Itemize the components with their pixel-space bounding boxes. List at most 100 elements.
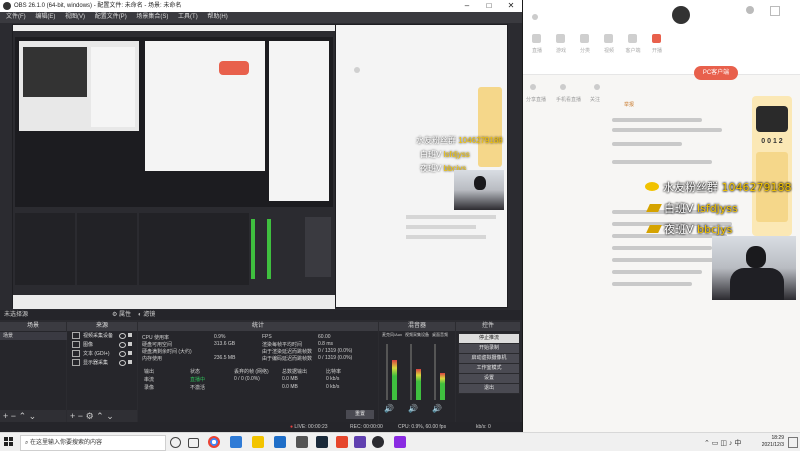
app-icon[interactable] — [296, 436, 308, 448]
filters-button[interactable]: ◐ 滤镜 — [138, 310, 155, 320]
lock-icon[interactable] — [128, 342, 132, 346]
gift-line: 水友粉丝群 1046279188 — [645, 179, 792, 195]
app-icon[interactable] — [336, 436, 348, 448]
eye-icon[interactable] — [119, 342, 126, 348]
scene-item[interactable]: 场景 — [0, 332, 69, 340]
pc-client-button[interactable]: PC客户端 — [694, 66, 738, 80]
rank-score: 0 0 1 2 — [761, 138, 783, 145]
eye-icon[interactable] — [119, 360, 126, 366]
menu-help[interactable]: 帮助(H) — [207, 14, 227, 20]
render-value: 0.8 ms — [318, 341, 334, 347]
eye-icon[interactable] — [119, 351, 126, 357]
speaker-icon[interactable]: 🔊 — [408, 404, 418, 413]
speaker-icon[interactable]: 🔊 — [384, 404, 394, 413]
remove-icon[interactable]: − — [78, 411, 83, 421]
menu-edit[interactable]: 编辑(E) — [35, 14, 55, 20]
menu-profile[interactable]: 配置文件(P) — [95, 14, 127, 20]
menu-scene-collection[interactable]: 场景集合(S) — [136, 14, 168, 20]
desktop-fader[interactable] — [434, 344, 436, 400]
reset-button[interactable]: 重置 — [346, 410, 374, 419]
share-icon[interactable] — [530, 84, 536, 90]
person-body — [730, 268, 784, 300]
taskbar-clock[interactable]: 18:29 2021/12/3 — [762, 435, 784, 449]
client-nav-icon[interactable] — [628, 34, 637, 43]
minimize-icon[interactable]: – — [456, 0, 478, 12]
source-item[interactable]: 图像 — [70, 341, 134, 349]
menu-icon[interactable] — [746, 6, 754, 14]
gift-line: 白班V lsfdjyss — [646, 200, 738, 216]
source-toolbar: 未选择源 ⚙ 属性 ◐ 滤镜 — [0, 310, 522, 320]
obs-taskbar-icon[interactable] — [372, 436, 384, 448]
window-icon[interactable] — [770, 6, 780, 16]
nav-icon[interactable] — [532, 14, 538, 20]
task-view-icon[interactable] — [188, 438, 199, 448]
up-icon[interactable]: ⌃ — [19, 411, 27, 421]
add-icon[interactable]: + — [70, 411, 75, 421]
search-icon: ⌕ — [25, 440, 29, 446]
chat-line — [612, 128, 722, 132]
maximize-icon[interactable]: □ — [478, 0, 500, 12]
properties-button[interactable]: ⚙ 属性 — [112, 310, 131, 320]
gift-line: 夜班V bbcjys — [646, 221, 732, 237]
lock-icon[interactable] — [128, 360, 132, 364]
exit-button[interactable]: 退出 — [458, 383, 520, 394]
video-fader[interactable] — [410, 344, 412, 400]
dropped-header: 丢弃的帧 (网络) — [234, 369, 269, 375]
stream-dropped: 0 / 0 (0.0%) — [234, 376, 260, 382]
cpu-label: CPU 使用率 — [142, 335, 169, 341]
menu-tools[interactable]: 工具(T) — [178, 14, 198, 20]
report-link[interactable]: 举报 — [624, 101, 634, 108]
record-total: 0.0 MB — [282, 384, 298, 390]
source-item[interactable]: 视频采集设备 — [70, 332, 134, 340]
edge-icon[interactable] — [230, 436, 242, 448]
mic-fader[interactable] — [386, 344, 388, 400]
share-label[interactable]: 分享直播 — [526, 96, 546, 103]
stats-dock-header: 统计 — [138, 322, 378, 331]
source-item[interactable]: 文本 (GDI+) — [70, 350, 134, 358]
no-source-label: 未选择源 — [4, 312, 29, 318]
chrome-icon[interactable] — [208, 436, 220, 448]
lock-icon[interactable] — [128, 333, 132, 337]
notification-icon[interactable] — [788, 437, 798, 448]
vscode-icon[interactable] — [274, 436, 286, 448]
lock-icon[interactable] — [128, 351, 132, 355]
follow-label[interactable]: 关注 — [590, 96, 600, 103]
down-icon[interactable]: ⌄ — [29, 411, 37, 421]
eye-icon[interactable] — [119, 333, 126, 339]
folder-icon[interactable] — [252, 436, 264, 448]
app-icon[interactable] — [394, 436, 406, 448]
close-icon[interactable]: ✕ — [500, 0, 522, 12]
user-avatar[interactable] — [672, 6, 690, 24]
menu-file[interactable]: 文件(F) — [6, 14, 26, 20]
add-icon[interactable]: + — [3, 411, 8, 421]
windows-start-icon[interactable] — [4, 437, 14, 447]
follow-icon[interactable] — [594, 84, 600, 90]
source-item[interactable]: 显示器采集 — [70, 359, 134, 367]
mixer-dock-header: 混音器 — [379, 322, 455, 331]
speaker-icon[interactable]: 🔊 — [432, 404, 442, 413]
broadcast-nav-label[interactable]: 开播 — [642, 47, 672, 54]
fps-label: FPS — [262, 334, 272, 340]
disk-value: 313.6 GB — [214, 341, 236, 347]
mobile-icon[interactable] — [560, 84, 566, 90]
broadcast-nav-icon[interactable] — [652, 34, 661, 43]
game-nav-icon[interactable] — [556, 34, 565, 43]
tray-icons[interactable]: ⌃ ▭ ◫ ♪ 中 — [704, 438, 741, 448]
menu-view[interactable]: 视图(V) — [65, 14, 85, 20]
rank-panel: 0 0 1 2 — [752, 96, 792, 236]
app-icon[interactable] — [354, 436, 366, 448]
video-nav-icon[interactable] — [604, 34, 613, 43]
mobile-label[interactable]: 手机看直播 — [556, 96, 581, 103]
category-nav-icon[interactable] — [580, 34, 589, 43]
preview-canvas[interactable]: 水友粉丝群 1046279188 白班V lsfdjyss 夜班V bbcjys — [12, 24, 508, 309]
gear-icon[interactable]: ⚙ — [86, 411, 94, 421]
remove-icon[interactable]: − — [11, 411, 16, 421]
taskbar-search-box[interactable]: ⌕ 在这里输入你要搜索的内容 — [20, 435, 166, 451]
down-icon[interactable]: ⌄ — [106, 411, 114, 421]
live-nav-icon[interactable] — [532, 34, 541, 43]
up-icon[interactable]: ⌃ — [96, 411, 104, 421]
chat-line — [612, 118, 702, 122]
cortana-icon[interactable] — [170, 437, 181, 448]
steam-icon[interactable] — [316, 436, 328, 448]
skip-encode-value: 0 / 1319 (0.0%) — [318, 355, 353, 361]
